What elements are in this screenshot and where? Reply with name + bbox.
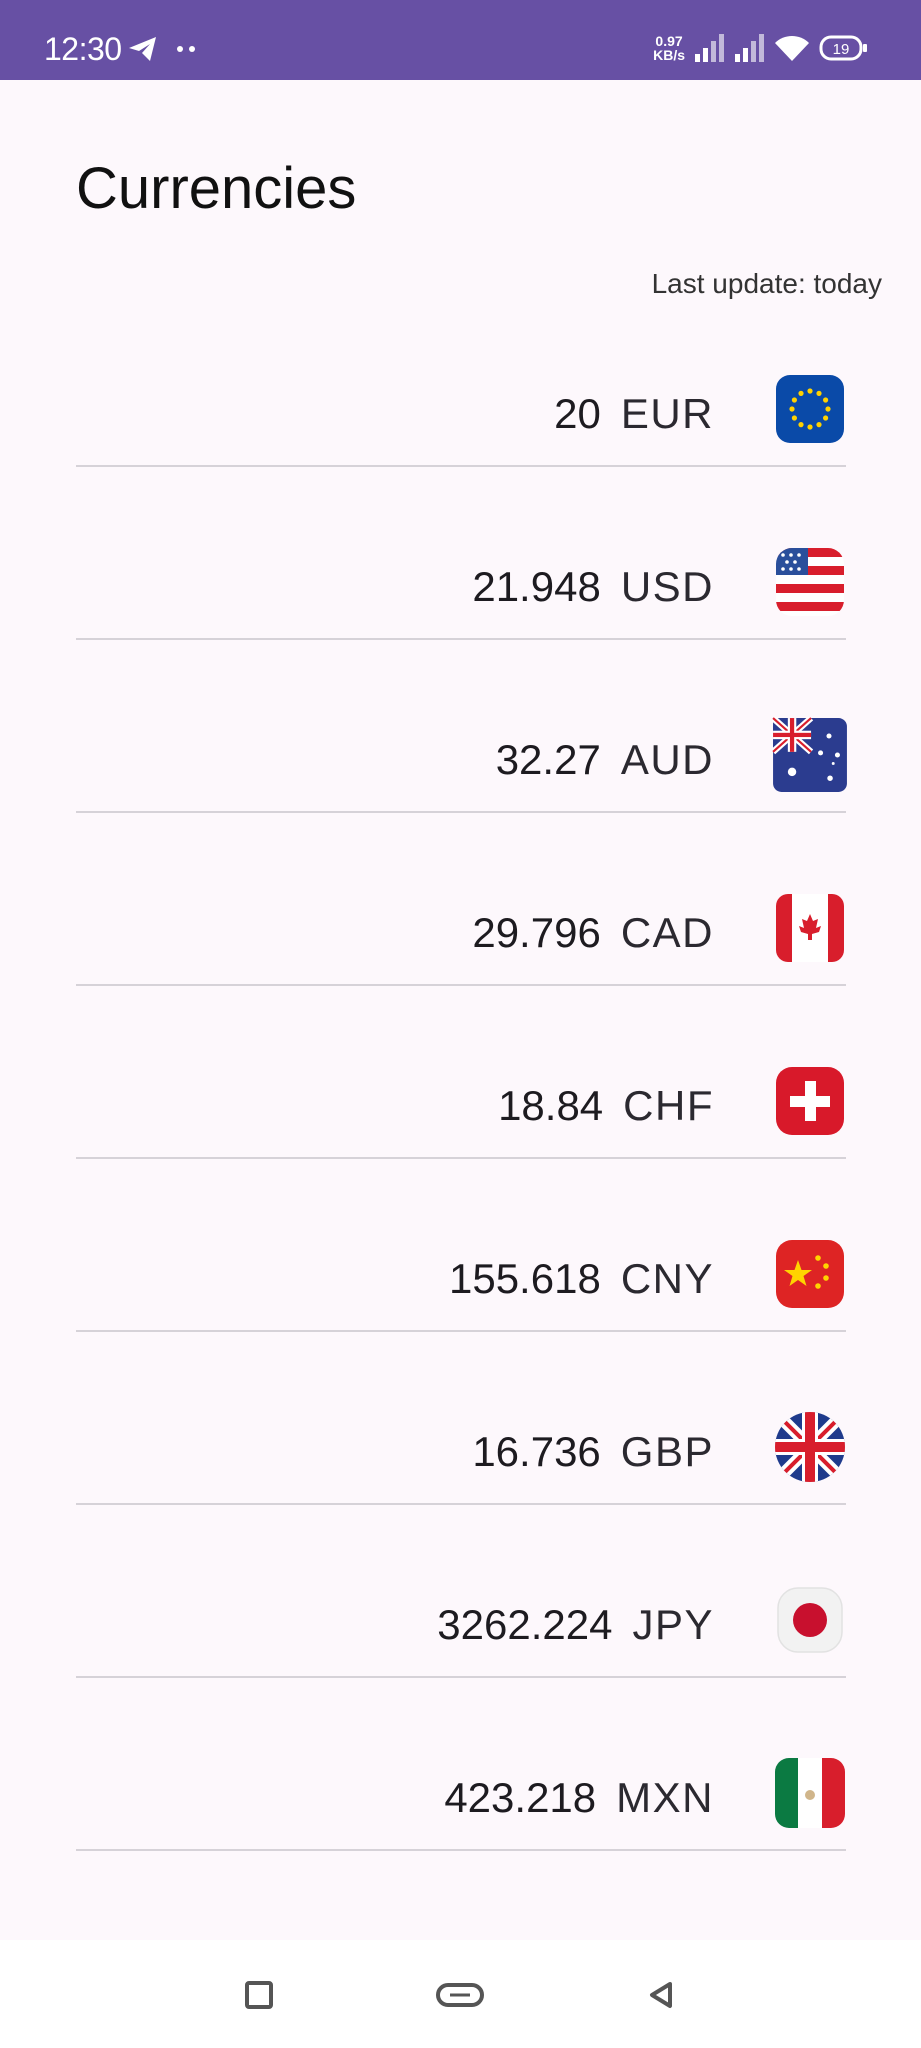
currency-code: AUD xyxy=(620,736,714,783)
currency-row-aud[interactable]: 32.27 AUD xyxy=(76,640,847,813)
back-button[interactable] xyxy=(631,1970,691,2020)
currency-value: 18.84 CHF xyxy=(498,1085,714,1127)
currency-row-gbp[interactable]: 16.736 GBP xyxy=(76,1332,846,1505)
telegram-icon xyxy=(129,37,156,61)
status-bar: 12:30 0.97 KB/s 19 xyxy=(0,0,921,80)
us-flag-icon xyxy=(776,548,844,616)
home-pill-icon xyxy=(436,1983,484,2007)
au-flag-icon xyxy=(772,717,847,792)
currency-code: JPY xyxy=(632,1601,714,1648)
currency-value: 3262.224 JPY xyxy=(437,1604,714,1646)
eu-flag-icon xyxy=(776,375,844,443)
currency-value: 29.796 CAD xyxy=(472,912,714,954)
net-speed: 0.97 KB/s xyxy=(653,34,685,62)
status-left-icons xyxy=(128,36,198,62)
more-dots-icon xyxy=(177,46,195,52)
currency-amount: 29.796 xyxy=(472,909,601,956)
currency-value: 423.218 MXN xyxy=(444,1777,714,1819)
currency-value: 155.618 CNY xyxy=(449,1258,714,1300)
currency-list: 20 EUR 21.948 USD 32.27 AUD 29.796 CAD 1… xyxy=(76,323,847,1851)
currency-code: GBP xyxy=(620,1428,714,1475)
mx-flag-icon xyxy=(775,1758,845,1828)
recents-button[interactable] xyxy=(229,1970,289,2020)
gb-flag-icon xyxy=(775,1412,845,1482)
currency-row-jpy[interactable]: 3262.224 JPY xyxy=(76,1505,846,1678)
currency-amount: 21.948 xyxy=(472,563,601,610)
currency-code: CNY xyxy=(620,1255,714,1302)
page-title: Currencies xyxy=(76,156,357,221)
net-speed-unit: KB/s xyxy=(653,47,685,63)
wifi-icon xyxy=(775,35,809,61)
currency-code: CHF xyxy=(623,1082,714,1129)
cn-flag-icon xyxy=(776,1240,844,1308)
currency-amount: 18.84 xyxy=(498,1082,604,1129)
ch-flag-icon xyxy=(776,1067,844,1135)
currency-code: USD xyxy=(620,563,714,610)
home-button[interactable] xyxy=(430,1970,490,2020)
currency-code: CAD xyxy=(620,909,714,956)
currency-row-mxn[interactable]: 423.218 MXN xyxy=(76,1678,846,1851)
jp-flag-icon xyxy=(777,1587,843,1653)
currency-value: 32.27 AUD xyxy=(496,739,714,781)
currency-row-eur[interactable]: 20 EUR xyxy=(76,323,846,467)
currency-amount: 20 xyxy=(554,390,601,437)
currency-code: EUR xyxy=(620,390,714,437)
last-update-label: Last update: today xyxy=(651,268,882,299)
status-right-icons: 0.97 KB/s 19 xyxy=(653,34,869,62)
currency-value: 16.736 GBP xyxy=(472,1431,714,1473)
battery-icon: 19 xyxy=(819,35,867,61)
recents-square-icon xyxy=(245,1981,273,2009)
currency-row-cad[interactable]: 29.796 CAD xyxy=(76,813,846,986)
net-speed-value: 0.97 xyxy=(655,33,683,49)
status-time: 12:30 xyxy=(44,31,122,67)
currency-amount: 16.736 xyxy=(472,1428,601,1475)
currency-amount: 423.218 xyxy=(444,1774,597,1821)
currency-amount: 32.27 xyxy=(495,736,601,783)
currency-value: 21.948 USD xyxy=(472,566,714,608)
currency-value: 20 EUR xyxy=(554,393,714,435)
battery-level: 19 xyxy=(833,41,850,58)
back-triangle-icon xyxy=(650,1982,672,2008)
currency-amount: 155.618 xyxy=(448,1255,601,1302)
currency-code: MXN xyxy=(616,1774,714,1821)
currency-row-usd[interactable]: 21.948 USD xyxy=(76,467,846,640)
currency-amount: 3262.224 xyxy=(437,1601,613,1648)
signal-icon xyxy=(695,34,724,62)
currency-row-cny[interactable]: 155.618 CNY xyxy=(76,1159,846,1332)
currency-row-chf[interactable]: 18.84 CHF xyxy=(76,986,846,1159)
signal-icon xyxy=(735,34,764,62)
navigation-bar xyxy=(0,1940,921,2048)
ca-flag-icon xyxy=(776,894,844,962)
